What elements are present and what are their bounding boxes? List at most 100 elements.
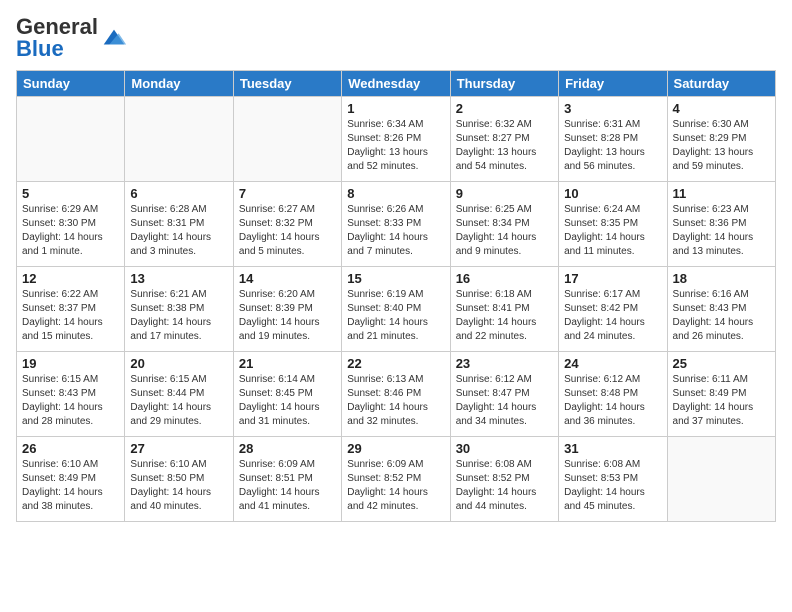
day-number: 23 bbox=[456, 356, 553, 371]
calendar-cell: 5Sunrise: 6:29 AMSunset: 8:30 PMDaylight… bbox=[17, 182, 125, 267]
day-number: 20 bbox=[130, 356, 227, 371]
calendar-cell bbox=[233, 97, 341, 182]
calendar-cell: 1 Sunrise: 6:34 AMSunset: 8:26 PMDaylight… bbox=[342, 97, 450, 182]
logo-icon bbox=[100, 24, 128, 52]
calendar-header-row: SundayMondayTuesdayWednesdayThursdayFrid… bbox=[17, 71, 776, 97]
day-number: 11 bbox=[673, 186, 770, 201]
day-number: 1 bbox=[347, 101, 444, 116]
calendar-cell: 8 Sunrise: 6:26 AMSunset: 8:33 PMDaylight… bbox=[342, 182, 450, 267]
day-of-week-header: Saturday bbox=[667, 71, 775, 97]
calendar-cell: 19 Sunrise: 6:15 AMSunset: 8:43 PMDayligh… bbox=[17, 352, 125, 437]
day-number: 26 bbox=[22, 441, 119, 456]
day-number: 7 bbox=[239, 186, 336, 201]
logo-text: General Blue bbox=[16, 16, 98, 60]
day-number: 18 bbox=[673, 271, 770, 286]
day-number: 31 bbox=[564, 441, 661, 456]
logo-blue: Blue bbox=[16, 36, 64, 61]
day-info: Sunrise: 6:16 AMSunset: 8:43 PMDaylight:… bbox=[673, 288, 770, 344]
calendar-cell: 4 Sunrise: 6:30 AMSunset: 8:29 PMDaylight… bbox=[667, 97, 775, 182]
day-info: Sunrise: 6:19 AMSunset: 8:40 PMDaylight:… bbox=[347, 288, 444, 344]
day-info: Sunrise: 6:31 AMSunset: 8:28 PMDaylight:… bbox=[564, 118, 661, 174]
day-info: Sunrise: 6:15 AMSunset: 8:44 PMDaylight:… bbox=[130, 373, 227, 429]
calendar-cell: 23 Sunrise: 6:12 AMSunset: 8:47 PMDayligh… bbox=[450, 352, 558, 437]
day-info: Sunrise: 6:10 AMSunset: 8:49 PMDaylight:… bbox=[22, 458, 119, 514]
calendar-table: SundayMondayTuesdayWednesdayThursdayFrid… bbox=[16, 70, 776, 522]
day-of-week-header: Monday bbox=[125, 71, 233, 97]
calendar-cell: 25 Sunrise: 6:11 AMSunset: 8:49 PMDayligh… bbox=[667, 352, 775, 437]
calendar-cell: 11 Sunrise: 6:23 AMSunset: 8:36 PMDayligh… bbox=[667, 182, 775, 267]
day-info: Sunrise: 6:09 AMSunset: 8:52 PMDaylight:… bbox=[347, 458, 444, 514]
calendar-cell: 14 Sunrise: 6:20 AMSunset: 8:39 PMDayligh… bbox=[233, 267, 341, 352]
day-number: 27 bbox=[130, 441, 227, 456]
calendar-week-row: 1 Sunrise: 6:34 AMSunset: 8:26 PMDaylight… bbox=[17, 97, 776, 182]
calendar-week-row: 19 Sunrise: 6:15 AMSunset: 8:43 PMDayligh… bbox=[17, 352, 776, 437]
day-info: Sunrise: 6:24 AMSunset: 8:35 PMDaylight:… bbox=[564, 203, 661, 259]
calendar-cell: 17 Sunrise: 6:17 AMSunset: 8:42 PMDayligh… bbox=[559, 267, 667, 352]
calendar-cell: 28 Sunrise: 6:09 AMSunset: 8:51 PMDayligh… bbox=[233, 437, 341, 522]
day-info: Sunrise: 6:23 AMSunset: 8:36 PMDaylight:… bbox=[673, 203, 770, 259]
day-number: 19 bbox=[22, 356, 119, 371]
day-number: 24 bbox=[564, 356, 661, 371]
day-info: Sunrise: 6:10 AMSunset: 8:50 PMDaylight:… bbox=[130, 458, 227, 514]
day-info: Sunrise: 6:08 AMSunset: 8:53 PMDaylight:… bbox=[564, 458, 661, 514]
day-number: 10 bbox=[564, 186, 661, 201]
day-number: 14 bbox=[239, 271, 336, 286]
day-number: 4 bbox=[673, 101, 770, 116]
day-info: Sunrise: 6:34 AMSunset: 8:26 PMDaylight:… bbox=[347, 118, 444, 174]
day-info: Sunrise: 6:20 AMSunset: 8:39 PMDaylight:… bbox=[239, 288, 336, 344]
day-info: Sunrise: 6:17 AMSunset: 8:42 PMDaylight:… bbox=[564, 288, 661, 344]
day-number: 30 bbox=[456, 441, 553, 456]
day-info: Sunrise: 6:14 AMSunset: 8:45 PMDaylight:… bbox=[239, 373, 336, 429]
day-number: 22 bbox=[347, 356, 444, 371]
day-number: 3 bbox=[564, 101, 661, 116]
logo: General Blue bbox=[16, 16, 128, 60]
day-info: Sunrise: 6:29 AMSunset: 8:30 PMDaylight:… bbox=[22, 203, 119, 259]
day-info: Sunrise: 6:27 AMSunset: 8:32 PMDaylight:… bbox=[239, 203, 336, 259]
day-info: Sunrise: 6:11 AMSunset: 8:49 PMDaylight:… bbox=[673, 373, 770, 429]
day-info: Sunrise: 6:30 AMSunset: 8:29 PMDaylight:… bbox=[673, 118, 770, 174]
day-info: Sunrise: 6:18 AMSunset: 8:41 PMDaylight:… bbox=[456, 288, 553, 344]
calendar-cell: 2Sunrise: 6:32 AMSunset: 8:27 PMDaylight… bbox=[450, 97, 558, 182]
calendar-week-row: 12 Sunrise: 6:22 AMSunset: 8:37 PMDayligh… bbox=[17, 267, 776, 352]
calendar-cell: 15Sunrise: 6:19 AMSunset: 8:40 PMDayligh… bbox=[342, 267, 450, 352]
day-info: Sunrise: 6:26 AMSunset: 8:33 PMDaylight:… bbox=[347, 203, 444, 259]
calendar-cell: 16 Sunrise: 6:18 AMSunset: 8:41 PMDayligh… bbox=[450, 267, 558, 352]
calendar-cell: 20 Sunrise: 6:15 AMSunset: 8:44 PMDayligh… bbox=[125, 352, 233, 437]
calendar-cell: 3 Sunrise: 6:31 AMSunset: 8:28 PMDaylight… bbox=[559, 97, 667, 182]
day-number: 16 bbox=[456, 271, 553, 286]
day-number: 2 bbox=[456, 101, 553, 116]
day-info: Sunrise: 6:12 AMSunset: 8:48 PMDaylight:… bbox=[564, 373, 661, 429]
calendar-cell: 13Sunrise: 6:21 AMSunset: 8:38 PMDayligh… bbox=[125, 267, 233, 352]
day-number: 12 bbox=[22, 271, 119, 286]
day-of-week-header: Friday bbox=[559, 71, 667, 97]
day-info: Sunrise: 6:22 AMSunset: 8:37 PMDaylight:… bbox=[22, 288, 119, 344]
calendar-cell: 31 Sunrise: 6:08 AMSunset: 8:53 PMDayligh… bbox=[559, 437, 667, 522]
day-info: Sunrise: 6:15 AMSunset: 8:43 PMDaylight:… bbox=[22, 373, 119, 429]
day-of-week-header: Tuesday bbox=[233, 71, 341, 97]
calendar-cell: 12 Sunrise: 6:22 AMSunset: 8:37 PMDayligh… bbox=[17, 267, 125, 352]
day-number: 29 bbox=[347, 441, 444, 456]
day-info: Sunrise: 6:09 AMSunset: 8:51 PMDaylight:… bbox=[239, 458, 336, 514]
day-info: Sunrise: 6:13 AMSunset: 8:46 PMDaylight:… bbox=[347, 373, 444, 429]
day-number: 17 bbox=[564, 271, 661, 286]
calendar-cell: 22 Sunrise: 6:13 AMSunset: 8:46 PMDayligh… bbox=[342, 352, 450, 437]
calendar-cell: 29 Sunrise: 6:09 AMSunset: 8:52 PMDayligh… bbox=[342, 437, 450, 522]
calendar-cell: 24 Sunrise: 6:12 AMSunset: 8:48 PMDayligh… bbox=[559, 352, 667, 437]
day-number: 8 bbox=[347, 186, 444, 201]
calendar-cell: 10 Sunrise: 6:24 AMSunset: 8:35 PMDayligh… bbox=[559, 182, 667, 267]
day-number: 25 bbox=[673, 356, 770, 371]
day-number: 28 bbox=[239, 441, 336, 456]
day-info: Sunrise: 6:12 AMSunset: 8:47 PMDaylight:… bbox=[456, 373, 553, 429]
calendar-cell: 26 Sunrise: 6:10 AMSunset: 8:49 PMDayligh… bbox=[17, 437, 125, 522]
day-number: 6 bbox=[130, 186, 227, 201]
day-of-week-header: Wednesday bbox=[342, 71, 450, 97]
day-number: 9 bbox=[456, 186, 553, 201]
day-info: Sunrise: 6:28 AMSunset: 8:31 PMDaylight:… bbox=[130, 203, 227, 259]
calendar-week-row: 26 Sunrise: 6:10 AMSunset: 8:49 PMDayligh… bbox=[17, 437, 776, 522]
day-info: Sunrise: 6:25 AMSunset: 8:34 PMDaylight:… bbox=[456, 203, 553, 259]
day-info: Sunrise: 6:08 AMSunset: 8:52 PMDaylight:… bbox=[456, 458, 553, 514]
calendar-cell: 6 Sunrise: 6:28 AMSunset: 8:31 PMDaylight… bbox=[125, 182, 233, 267]
day-number: 21 bbox=[239, 356, 336, 371]
page-header: General Blue bbox=[16, 16, 776, 60]
calendar-cell: 9 Sunrise: 6:25 AMSunset: 8:34 PMDaylight… bbox=[450, 182, 558, 267]
